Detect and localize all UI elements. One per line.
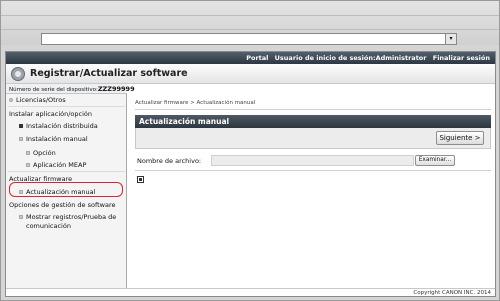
breadcrumb: Actualizar firmware > Actualización manu…	[135, 100, 256, 106]
breadcrumb-divider	[135, 109, 491, 110]
browse-button[interactable]: Examinar...	[415, 155, 455, 166]
sidebar-item-label: Licencias/Otros	[16, 96, 66, 104]
serial-label: Número de serie del dispositivo:	[9, 87, 98, 93]
sidebar-section-install: Instalar aplicación/opción	[9, 110, 93, 118]
toolbar-divider	[1, 15, 499, 16]
file-name-input[interactable]	[211, 155, 414, 166]
serial-value: ZZZ99999	[97, 85, 135, 93]
sidebar-item-label: Aplicación MEAP	[33, 161, 87, 169]
sidebar-item-manual-install[interactable]: Instalación manual	[19, 135, 88, 143]
file-name-label: Nombre de archivo:	[137, 157, 202, 165]
sidebar-item-label: Instalación manual	[26, 135, 88, 143]
next-button[interactable]: Siguiente >	[436, 131, 484, 145]
app-header: Registrar/Actualizar software	[6, 64, 495, 84]
main-panel: Actualizar firmware > Actualización manu…	[128, 94, 495, 296]
bullet-icon	[19, 124, 23, 128]
sidebar-section-software-options: Opciones de gestión de software	[9, 201, 116, 209]
manual-update-highlight	[9, 182, 123, 197]
page-icon	[137, 176, 144, 183]
sidebar-item-label: Mostrar registros/Prueba de	[26, 213, 117, 221]
panel-title: Actualización manual	[135, 115, 491, 128]
bullet-icon	[26, 151, 30, 155]
panel-body: Siguiente >	[135, 128, 491, 149]
top-nav-bar: Portal Usuario de inicio de sesión:Admin…	[6, 52, 495, 64]
file-divider	[135, 170, 491, 171]
sidebar-item-licenses[interactable]: Licencias/Otros	[9, 96, 66, 104]
sidebar-item-show-logs[interactable]: Mostrar registros/Prueba de	[19, 213, 116, 221]
sidebar-item-distributed-install[interactable]: Instalación distribuida	[19, 122, 98, 130]
browser-window: ▾ Portal Usuario de inicio de sesión:Adm…	[0, 0, 500, 301]
sidebar-item-show-logs-line2[interactable]: comunicación	[26, 222, 71, 230]
bullet-icon	[26, 163, 30, 167]
license-icon	[9, 98, 13, 102]
copyright-text: Copyright CANON INC. 2014	[413, 290, 491, 296]
sidebar-divider	[8, 106, 125, 107]
login-user-text: Usuario de inicio de sesión:Administrato…	[274, 54, 427, 62]
sidebar-item-label: Instalación distribuida	[26, 122, 98, 130]
browser-toolbar: ▾	[1, 1, 499, 45]
page-content: Portal Usuario de inicio de sesión:Admin…	[5, 51, 496, 297]
software-gear-icon	[11, 67, 25, 81]
address-bar[interactable]: ▾	[41, 33, 457, 45]
footer: Copyright CANON INC. 2014	[6, 288, 495, 296]
page-title: Registrar/Actualizar software	[30, 68, 188, 79]
serial-number-bar: Número de serie del dispositivo:ZZZ99999	[6, 84, 135, 94]
bullet-icon	[19, 137, 23, 141]
logout-link[interactable]: Finalizar sesión	[433, 54, 490, 62]
bullet-icon	[19, 215, 23, 219]
sidebar-item-meap-app[interactable]: Aplicación MEAP	[26, 161, 86, 169]
portal-link[interactable]: Portal	[246, 54, 268, 62]
address-dropdown-icon[interactable]: ▾	[445, 34, 456, 44]
sidebar-item-label: Opción	[33, 149, 56, 157]
sidebar-divider	[8, 171, 125, 172]
sidebar-item-option[interactable]: Opción	[26, 149, 56, 157]
toolbar-divider	[1, 29, 499, 30]
